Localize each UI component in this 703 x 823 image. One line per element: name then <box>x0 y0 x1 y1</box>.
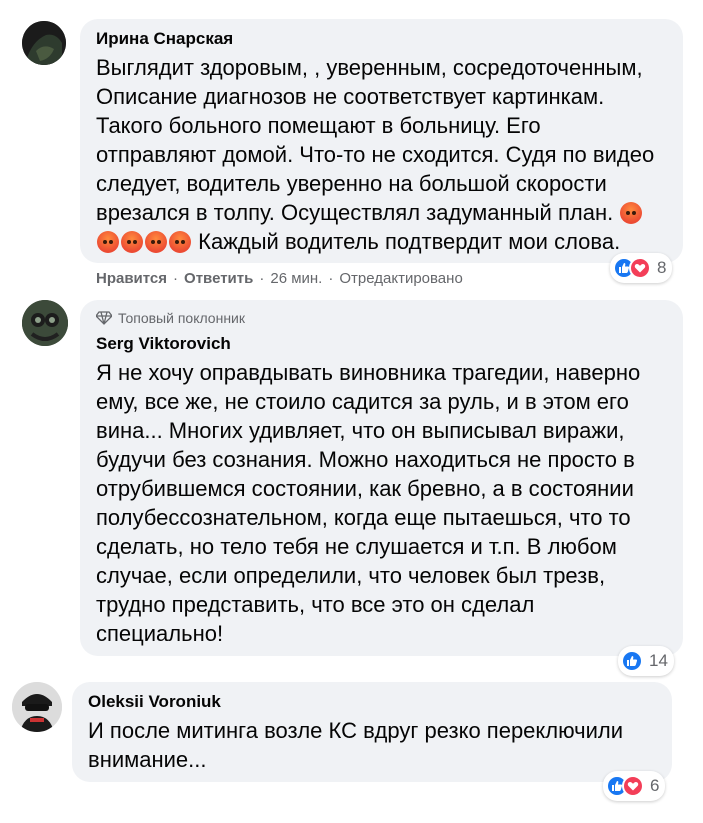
comment-line: внимание... <box>88 747 207 772</box>
angry-face-emoji <box>97 231 119 253</box>
reaction-summary[interactable]: 6 <box>603 771 666 801</box>
avatar[interactable] <box>22 300 68 346</box>
comment-line: врезался в толпу. Осуществлял задуманный… <box>96 198 667 227</box>
separator: · <box>173 270 179 287</box>
angry-face-emoji <box>145 231 167 253</box>
comment-line: будучи без сознания. Можно находиться не… <box>96 447 635 472</box>
comment-line: Я не хочу оправдывать виновника трагедии… <box>96 360 641 385</box>
badge-label: Топовый поклонник <box>118 310 245 326</box>
comment-text: Выглядит здоровым, , уверенным, сосредот… <box>96 53 667 256</box>
reaction-summary[interactable]: 14 <box>618 646 674 676</box>
comment-line: отправляют домой. Что-то не сходится. Су… <box>96 142 655 167</box>
comment-line: случае, если определили, что человек был… <box>96 563 606 588</box>
comment-line: полубессознательном, когда еще пытаешься… <box>96 505 631 530</box>
comment-author[interactable]: Ирина Снарская <box>96 29 667 49</box>
reaction-count: 6 <box>650 776 660 795</box>
comment-line-text: врезался в толпу. Осуществлял задуманный… <box>96 200 614 225</box>
love-icon <box>622 775 644 797</box>
avatar-image <box>22 21 66 65</box>
comment-line: вина... Многих удивляет, что он выписыва… <box>96 418 625 443</box>
comment-line: трудно представить, что все это он сдела… <box>96 592 535 617</box>
love-icon <box>629 257 651 279</box>
reaction-summary[interactable]: 8 <box>610 253 673 283</box>
like-icon <box>621 650 643 672</box>
reaction-count: 8 <box>657 258 667 277</box>
angry-face-emoji <box>169 231 191 253</box>
like-action[interactable]: Нравится <box>96 270 167 287</box>
avatar-image <box>12 682 62 732</box>
comment-text: И после митинга возле КС вдруг резко пер… <box>88 716 656 774</box>
edited-label: Отредактировано <box>339 270 463 287</box>
comment-line: отрубившемся состоянии, как бревно, а в … <box>96 476 634 501</box>
angry-face-emoji <box>620 202 643 224</box>
separator: · <box>259 270 265 287</box>
avatar-image <box>22 300 68 346</box>
comment-line: Описание диагнозов не соответствует карт… <box>96 84 605 109</box>
reaction-count: 14 <box>649 651 668 670</box>
comment-line: Выглядит здоровым, , уверенным, сосредот… <box>96 55 643 80</box>
avatar[interactable] <box>22 21 66 65</box>
diamond-icon <box>96 311 112 325</box>
comment-bubble: Ирина Снарская Выглядит здоровым, , увер… <box>80 19 683 263</box>
timestamp[interactable]: 26 мин. <box>270 270 322 287</box>
comment-text: Я не хочу оправдывать виновника трагедии… <box>96 358 667 648</box>
comment-line: Каждый водитель подтвердит мои слова. <box>96 227 667 256</box>
comment-line: ему, все же, не стоило садится за руль, … <box>96 389 629 414</box>
comment-line: Такого больного помещают в больницу. Его <box>96 113 541 138</box>
comment-bubble: Топовый поклонник Serg Viktorovich Я не … <box>80 300 683 656</box>
comment-author[interactable]: Oleksii Voroniuk <box>88 692 656 712</box>
comment-line: И после митинга возле КС вдруг резко пер… <box>88 718 624 743</box>
comment-author[interactable]: Serg Viktorovich <box>96 334 667 354</box>
angry-face-emoji <box>121 231 143 253</box>
avatar[interactable] <box>12 682 62 732</box>
comment-line-text: Каждый водитель подтвердит мои слова. <box>198 229 621 254</box>
comment-line: сделать, но тело тебя не слушается и т.п… <box>96 534 617 559</box>
reply-action[interactable]: Ответить <box>184 270 253 287</box>
comment-line: специально! <box>96 621 224 646</box>
comment-actions: Нравится · Ответить · 26 мин. · Отредакт… <box>96 270 463 287</box>
comment-bubble: Oleksii Voroniuk И после митинга возле К… <box>72 682 672 782</box>
separator: · <box>328 270 334 287</box>
top-fan-badge: Топовый поклонник <box>96 310 667 326</box>
comment-line: следует, водитель уверенно на большой ск… <box>96 171 607 196</box>
